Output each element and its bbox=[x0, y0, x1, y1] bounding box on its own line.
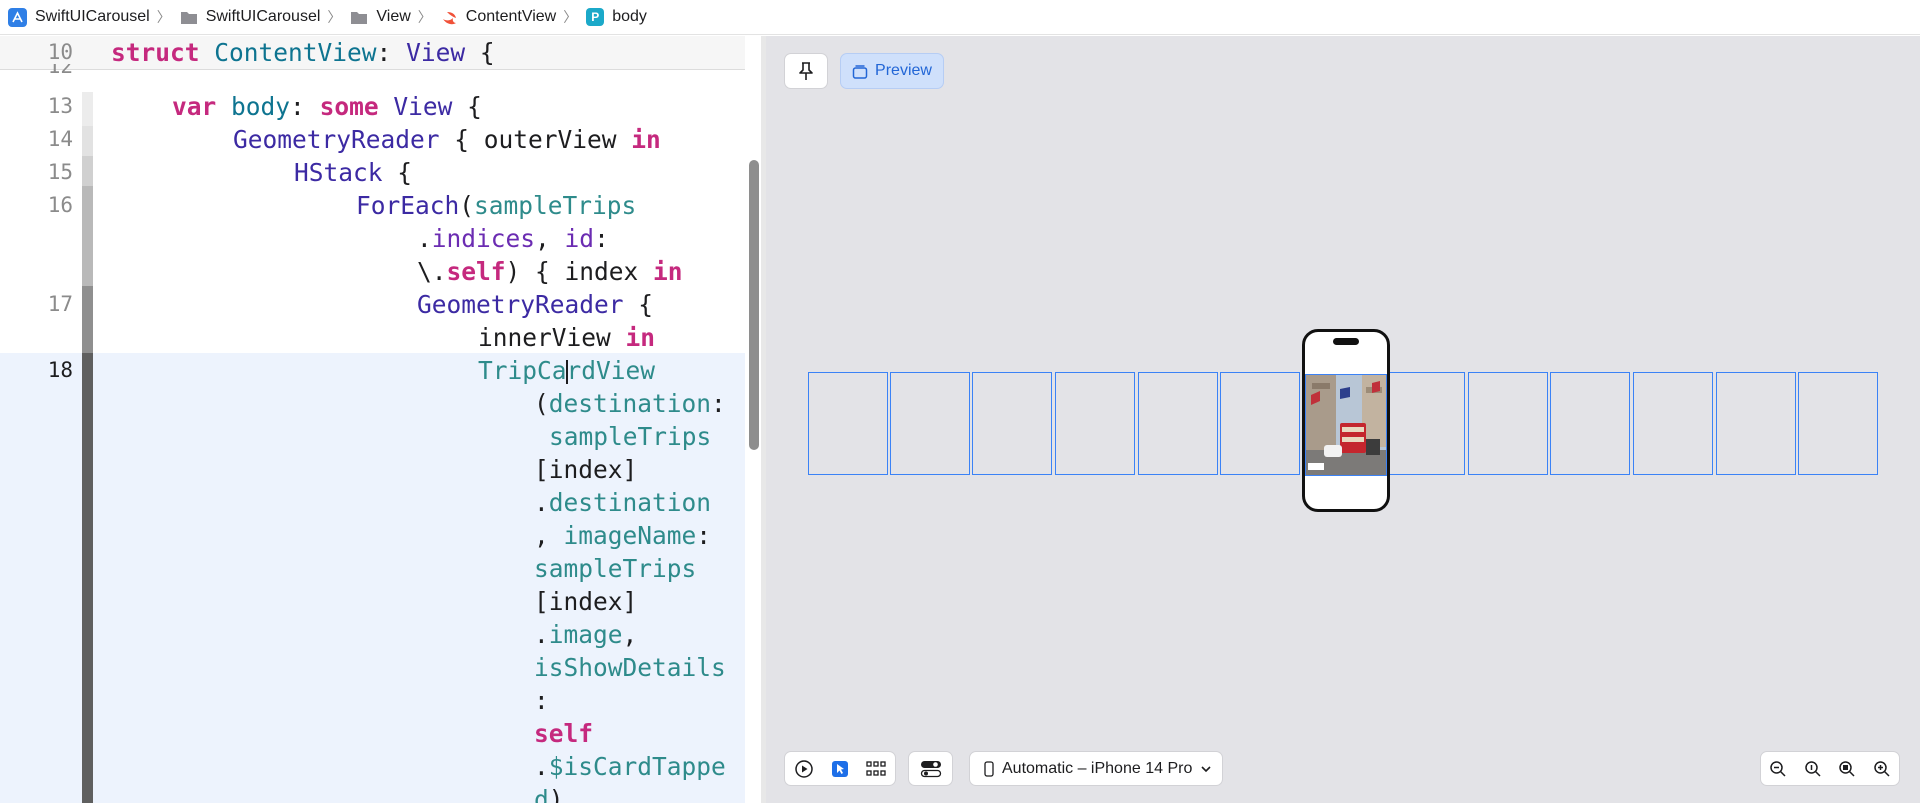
chevron-down-icon bbox=[1201, 765, 1211, 772]
code-line[interactable]: .$isCardTappe bbox=[534, 750, 726, 783]
code-fold-ribbon[interactable] bbox=[82, 353, 93, 803]
breadcrumb-item-symbol[interactable]: P body bbox=[586, 8, 647, 26]
code-line[interactable]: self bbox=[534, 717, 593, 750]
code-line[interactable]: var body: some View { bbox=[172, 90, 482, 123]
code-line[interactable]: HStack { bbox=[294, 156, 412, 189]
pin-preview-button[interactable] bbox=[784, 53, 828, 89]
code-line[interactable]: .image, bbox=[534, 618, 637, 651]
device-picker[interactable]: Automatic – iPhone 14 Pro bbox=[969, 751, 1223, 786]
zoom-to-fit-icon[interactable] bbox=[1838, 760, 1856, 778]
chevron-right-icon: 〉 bbox=[327, 9, 342, 25]
swift-file-icon bbox=[441, 10, 458, 25]
code-editor[interactable]: 13 14 15 16 17 18 var body: some View { … bbox=[0, 36, 745, 803]
preview-mode-button[interactable]: Preview bbox=[840, 53, 944, 89]
code-line[interactable]: \.self) { index in bbox=[417, 255, 683, 288]
line-number: 17 bbox=[47, 292, 73, 316]
code-line[interactable]: isShowDetails bbox=[534, 651, 726, 684]
code-line[interactable]: TripCardView bbox=[478, 354, 655, 387]
selectable-mode-icon[interactable] bbox=[831, 760, 849, 778]
trip-card-image[interactable] bbox=[1305, 374, 1387, 476]
trip-card-outline[interactable] bbox=[1220, 372, 1300, 475]
breadcrumb-label: body bbox=[612, 8, 647, 25]
trip-card-outline[interactable] bbox=[972, 372, 1052, 475]
breadcrumb-item-view-folder[interactable]: View bbox=[350, 8, 411, 26]
preview-icon bbox=[852, 64, 868, 79]
property-icon: P bbox=[586, 8, 605, 26]
zoom-in-icon[interactable] bbox=[1873, 760, 1891, 778]
trip-card-outline[interactable] bbox=[1468, 372, 1548, 475]
code-line[interactable]: sampleTrips bbox=[534, 552, 696, 585]
breadcrumb-item-project[interactable]: SwiftUICarousel bbox=[8, 7, 150, 27]
trip-card-outline[interactable] bbox=[1716, 372, 1796, 475]
code-line[interactable]: (destination: bbox=[534, 387, 726, 420]
chevron-right-icon: 〉 bbox=[417, 9, 432, 25]
breadcrumb-item-file[interactable]: ContentView bbox=[441, 8, 556, 26]
code-line[interactable]: innerView in bbox=[478, 321, 655, 354]
code-line[interactable]: ForEach(sampleTrips bbox=[356, 189, 636, 222]
code-line[interactable]: GeometryReader { outerView in bbox=[233, 123, 661, 156]
sticky-scope-header[interactable]: 10 struct ContentView: View { bbox=[0, 36, 745, 70]
breadcrumb: SwiftUICarousel 〉 SwiftUICarousel 〉 View… bbox=[0, 0, 1920, 35]
chevron-right-icon: 〉 bbox=[156, 9, 171, 25]
xcode-project-icon bbox=[8, 7, 27, 27]
code-line[interactable]: struct ContentView: View { bbox=[111, 36, 495, 69]
trip-card-outline[interactable] bbox=[890, 372, 970, 475]
breadcrumb-label: SwiftUICarousel bbox=[205, 8, 321, 25]
grid-icon[interactable] bbox=[866, 760, 886, 777]
folder-icon bbox=[180, 10, 198, 25]
zoom-out-icon[interactable] bbox=[1769, 760, 1787, 778]
line-number: 13 bbox=[47, 94, 73, 118]
trip-card-outline[interactable] bbox=[1633, 372, 1713, 475]
live-play-icon[interactable] bbox=[794, 759, 814, 779]
iphone-device-frame bbox=[1302, 329, 1390, 512]
preview-mode-controls bbox=[784, 751, 896, 786]
variants-button[interactable] bbox=[908, 751, 953, 786]
preview-canvas[interactable]: Preview Automatic – iPhone 14 Pro bbox=[766, 36, 1920, 803]
trip-card-outline[interactable] bbox=[1385, 372, 1465, 475]
folder-icon bbox=[350, 10, 368, 25]
trip-card-outline[interactable] bbox=[1138, 372, 1218, 475]
trip-card-outline[interactable] bbox=[1550, 372, 1630, 475]
trip-card-outline[interactable] bbox=[1055, 372, 1135, 475]
line-number: 15 bbox=[47, 160, 73, 184]
pin-icon bbox=[799, 62, 813, 80]
dynamic-island bbox=[1333, 338, 1359, 345]
breadcrumb-label: ContentView bbox=[465, 8, 557, 25]
code-line[interactable]: , imageName: bbox=[534, 519, 711, 552]
line-number: 14 bbox=[47, 127, 73, 151]
code-line[interactable]: GeometryReader { bbox=[417, 288, 653, 321]
device-label: Automatic – iPhone 14 Pro bbox=[1002, 759, 1193, 777]
code-line[interactable]: : bbox=[534, 684, 549, 717]
line-number: 16 bbox=[47, 193, 73, 217]
trip-card-outline[interactable] bbox=[1798, 372, 1878, 475]
preview-label: Preview bbox=[875, 62, 932, 79]
code-line[interactable]: [index] bbox=[534, 585, 637, 618]
editor-scrollbar[interactable] bbox=[749, 160, 759, 450]
code-line[interactable]: .destination bbox=[534, 486, 711, 519]
iphone-icon bbox=[984, 760, 994, 777]
code-line[interactable]: d) bbox=[534, 783, 564, 803]
zoom-actual-size-icon[interactable] bbox=[1804, 760, 1822, 778]
code-line[interactable]: [index] bbox=[534, 453, 637, 486]
code-line[interactable]: sampleTrips bbox=[549, 420, 711, 453]
code-line[interactable]: .indices, id: bbox=[417, 222, 609, 255]
breadcrumb-label: SwiftUICarousel bbox=[35, 8, 150, 25]
toggle-variants-icon bbox=[920, 760, 941, 777]
chevron-right-icon: 〉 bbox=[563, 9, 578, 25]
line-number: 12 bbox=[47, 64, 73, 78]
zoom-controls bbox=[1760, 751, 1900, 786]
line-number-current: 18 bbox=[47, 358, 73, 382]
breadcrumb-item-group[interactable]: SwiftUICarousel bbox=[180, 8, 321, 26]
breadcrumb-label: View bbox=[376, 8, 411, 25]
trip-card-outline[interactable] bbox=[808, 372, 888, 475]
